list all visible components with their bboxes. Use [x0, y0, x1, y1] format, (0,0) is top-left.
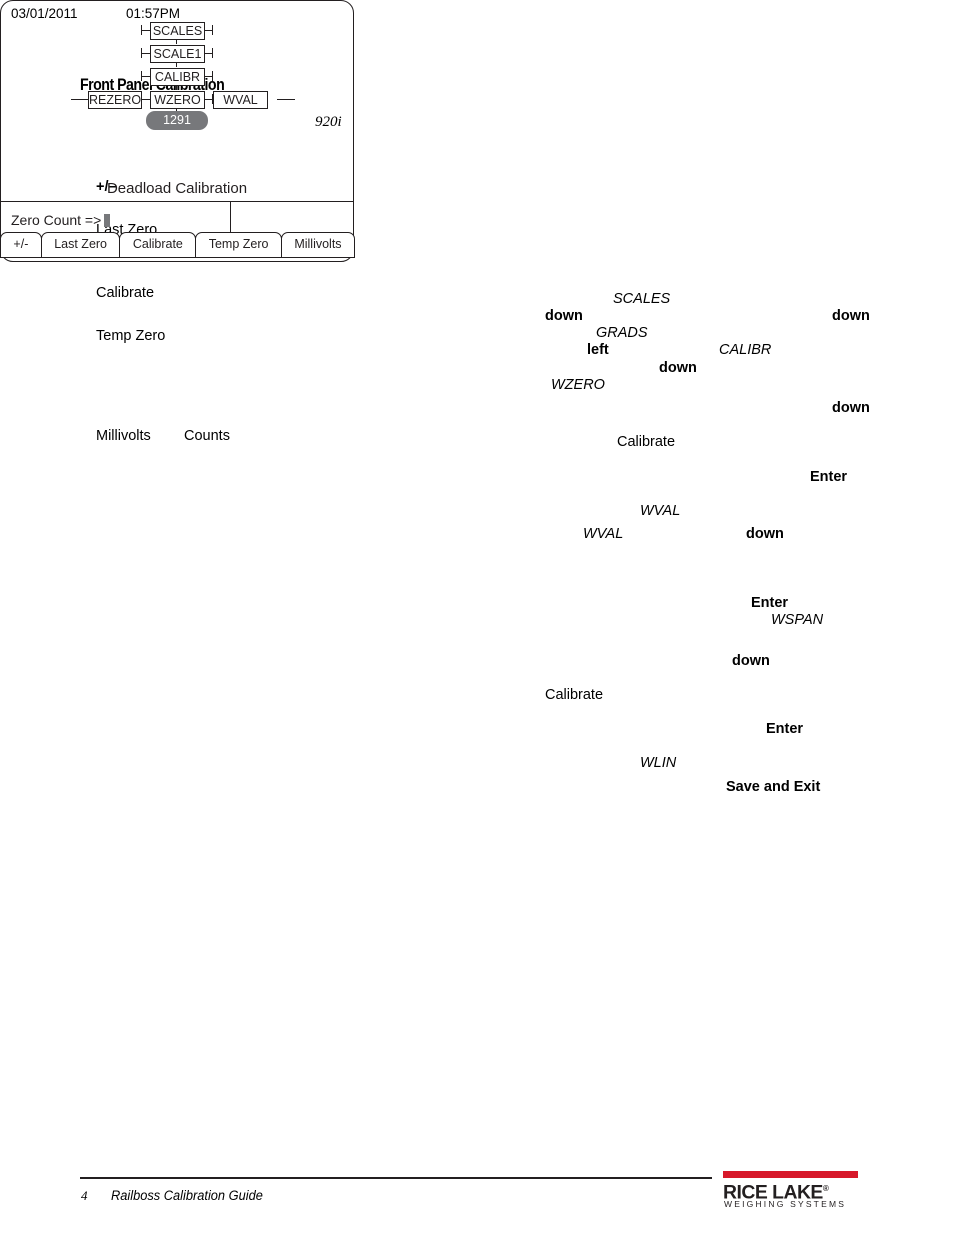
menu-box-rezero[interactable]: REZERO — [88, 91, 142, 109]
connector-tick-left-1 — [141, 25, 143, 35]
menu-box-calibr[interactable]: CALIBR — [150, 68, 205, 86]
softkey-temp-zero[interactable]: Temp Zero — [195, 232, 282, 258]
footer-document-title: Railboss Calibration Guide — [111, 1188, 263, 1203]
term-down-4: down — [832, 400, 870, 416]
softkey-millivolts[interactable]: Millivolts — [280, 232, 355, 258]
connector-row4-far-right — [277, 99, 295, 101]
panel-divider-upper — [0, 201, 354, 203]
term-wzero: WZERO — [551, 377, 605, 393]
logo-tagline: WEIGHING SYSTEMS — [724, 1199, 847, 1209]
term-left: left — [587, 342, 609, 358]
term-wval-2: WVAL — [583, 526, 624, 542]
term-down-1: down — [545, 308, 583, 324]
term-calibr: CALIBR — [719, 342, 772, 358]
softkey-last-zero[interactable]: Last Zero — [40, 232, 121, 258]
softkey-calibrate[interactable]: Calibrate — [119, 232, 197, 258]
term-enter-1: Enter — [810, 469, 848, 485]
term-enter-3: Enter — [766, 721, 804, 737]
term-save-and-exit: Save and Exit — [726, 779, 821, 795]
connector-tick-right-3 — [212, 71, 214, 81]
connector-tick-right-2 — [212, 48, 214, 58]
connector-row4-far-left — [71, 99, 89, 101]
softkey-plus-minus[interactable]: +/- — [0, 232, 42, 258]
display-date: 03/01/2011 — [11, 6, 78, 21]
connector-tick-right-1 — [212, 25, 214, 35]
term-down-2: down — [832, 308, 870, 324]
connector-tick-left-3 — [141, 71, 143, 81]
connector-tick-left-2 — [141, 48, 143, 58]
term-millivolts: Millivolts — [96, 428, 151, 444]
term-wval-1: WVAL — [640, 503, 681, 519]
footer-divider — [80, 1177, 712, 1179]
term-temp-zero: Temp Zero — [96, 328, 166, 344]
menu-value-bubble: 1291 — [146, 111, 208, 130]
term-down-5: down — [746, 526, 784, 542]
rice-lake-logo: RICE LAKE® WEIGHING SYSTEMS — [723, 1171, 858, 1209]
registered-trademark-icon: ® — [822, 1184, 829, 1193]
menu-box-scale1[interactable]: SCALE1 — [150, 45, 205, 63]
menu-box-scales[interactable]: SCALES — [150, 22, 205, 40]
display-mode-label: Deadload Calibration — [106, 180, 248, 197]
panel-divider-vertical — [230, 201, 232, 233]
display-prompt-label: Zero Count => — [11, 212, 102, 228]
indicator-display-panel: 03/01/2011 01:57PM SCALES SCALE1 CALIBR … — [0, 0, 355, 262]
menu-box-wval[interactable]: WVAL — [213, 91, 268, 109]
term-counts: Counts — [184, 428, 230, 444]
term-down-6: down — [732, 653, 770, 669]
menu-box-wzero[interactable]: WZERO — [150, 91, 205, 109]
term-calibrate: Calibrate — [96, 285, 155, 301]
logo-accent-bar — [723, 1171, 858, 1178]
display-time: 01:57PM — [126, 6, 181, 21]
softkey-row: +/- Last Zero Calibrate Temp Zero Milliv… — [0, 232, 355, 258]
display-prompt-row: Zero Count => — [11, 212, 111, 228]
term-wlin: WLIN — [640, 755, 677, 771]
term-enter-2: Enter — [751, 595, 789, 611]
footer-page-number: 4 — [81, 1188, 88, 1203]
term-calibrate-2: Calibrate — [545, 687, 604, 703]
term-grads: GRADS — [596, 325, 648, 341]
term-down-3: down — [659, 360, 697, 376]
term-wspan: WSPAN — [771, 612, 824, 628]
text-cursor — [104, 214, 111, 227]
term-scales: SCALES — [613, 291, 671, 307]
term-calibrate-1: Calibrate — [617, 434, 676, 450]
